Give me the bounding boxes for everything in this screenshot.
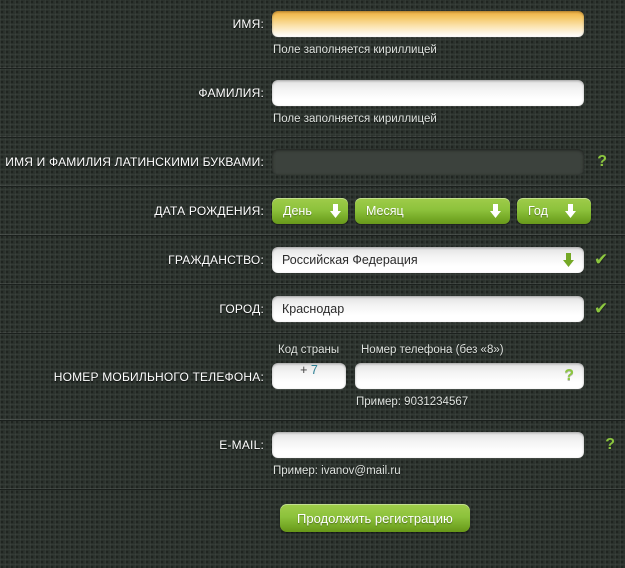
birth-month-arrow-down-icon (489, 204, 502, 223)
form-row-city: ГОРОД: ✔ (0, 285, 625, 334)
email-hint: Пример: ivanov@mail.ru (273, 465, 401, 477)
citizenship-valid-icon: ✔ (594, 250, 609, 269)
submit-spacer (0, 504, 280, 532)
phone-number-input[interactable] (355, 363, 584, 389)
last-name-input[interactable] (272, 80, 584, 106)
birth-year-arrow-down-icon (564, 204, 577, 223)
phone-code-sublabel: Код страны (278, 344, 340, 356)
form-row-first-name: ИМЯ: Поле заполняется кириллицей (0, 0, 625, 69)
email-help-icon[interactable]: ? (605, 434, 615, 456)
continue-registration-button[interactable]: Продолжить регистрацию (280, 504, 470, 532)
phone-code-value: 7 (310, 363, 318, 377)
citizenship-select[interactable]: Российская Федерация (272, 247, 584, 273)
birth-month-dropdown[interactable]: Месяц (355, 198, 510, 224)
phone-code-plus: + (300, 363, 308, 377)
form-row-last-name: ФАМИЛИЯ: Поле заполняется кириллицей (0, 69, 625, 138)
phone-help-icon[interactable]: ? (564, 365, 574, 387)
first-name-input[interactable] (272, 11, 584, 37)
phone-hint: Пример: 9031234567 (356, 396, 469, 408)
form-row-latin-name: ИМЯ И ФАМИЛИЯ ЛАТИНСКИМИ БУКВАМИ: ? (0, 138, 625, 187)
email-label: E-MAIL: (219, 438, 264, 452)
form-row-citizenship: ГРАЖДАНСТВО: Российская Федерация ✔ (0, 236, 625, 285)
city-input[interactable] (272, 296, 584, 322)
phone-label: НОМЕР МОБИЛЬНОГО ТЕЛЕФОНА: (53, 370, 264, 384)
phone-country-code[interactable]: + 7 (272, 363, 346, 389)
citizenship-label: ГРАЖДАНСТВО: (168, 253, 264, 267)
birth-year-dropdown[interactable]: Год (517, 198, 591, 224)
email-input[interactable] (272, 432, 584, 458)
latin-name-help-icon[interactable]: ? (597, 151, 607, 173)
city-label: ГОРОД: (219, 302, 264, 316)
form-row-email: E-MAIL: ? Пример: ivanov@mail.ru (0, 421, 625, 490)
form-row-submit: Продолжить регистрацию (0, 490, 625, 548)
registration-form: ИМЯ: Поле заполняется кириллицей ФАМИЛИЯ… (0, 0, 625, 548)
first-name-hint: Поле заполняется кириллицей (273, 44, 437, 56)
last-name-hint: Поле заполняется кириллицей (273, 113, 437, 125)
birth-day-arrow-down-icon (329, 204, 342, 223)
birth-date-label: ДАТА РОЖДЕНИЯ: (154, 204, 264, 218)
phone-number-sublabel: Номер телефона (без «8») (361, 344, 504, 356)
last-name-label: ФАМИЛИЯ: (198, 86, 264, 100)
form-row-birth-date: ДАТА РОЖДЕНИЯ: День Месяц Год (0, 187, 625, 236)
form-row-phone: НОМЕР МОБИЛЬНОГО ТЕЛЕФОНА: Код страны Но… (0, 334, 625, 421)
first-name-label: ИМЯ: (232, 17, 264, 31)
latin-name-input[interactable] (272, 149, 584, 175)
city-valid-icon: ✔ (594, 299, 609, 318)
latin-name-label: ИМЯ И ФАМИЛИЯ ЛАТИНСКИМИ БУКВАМИ: (5, 155, 264, 169)
